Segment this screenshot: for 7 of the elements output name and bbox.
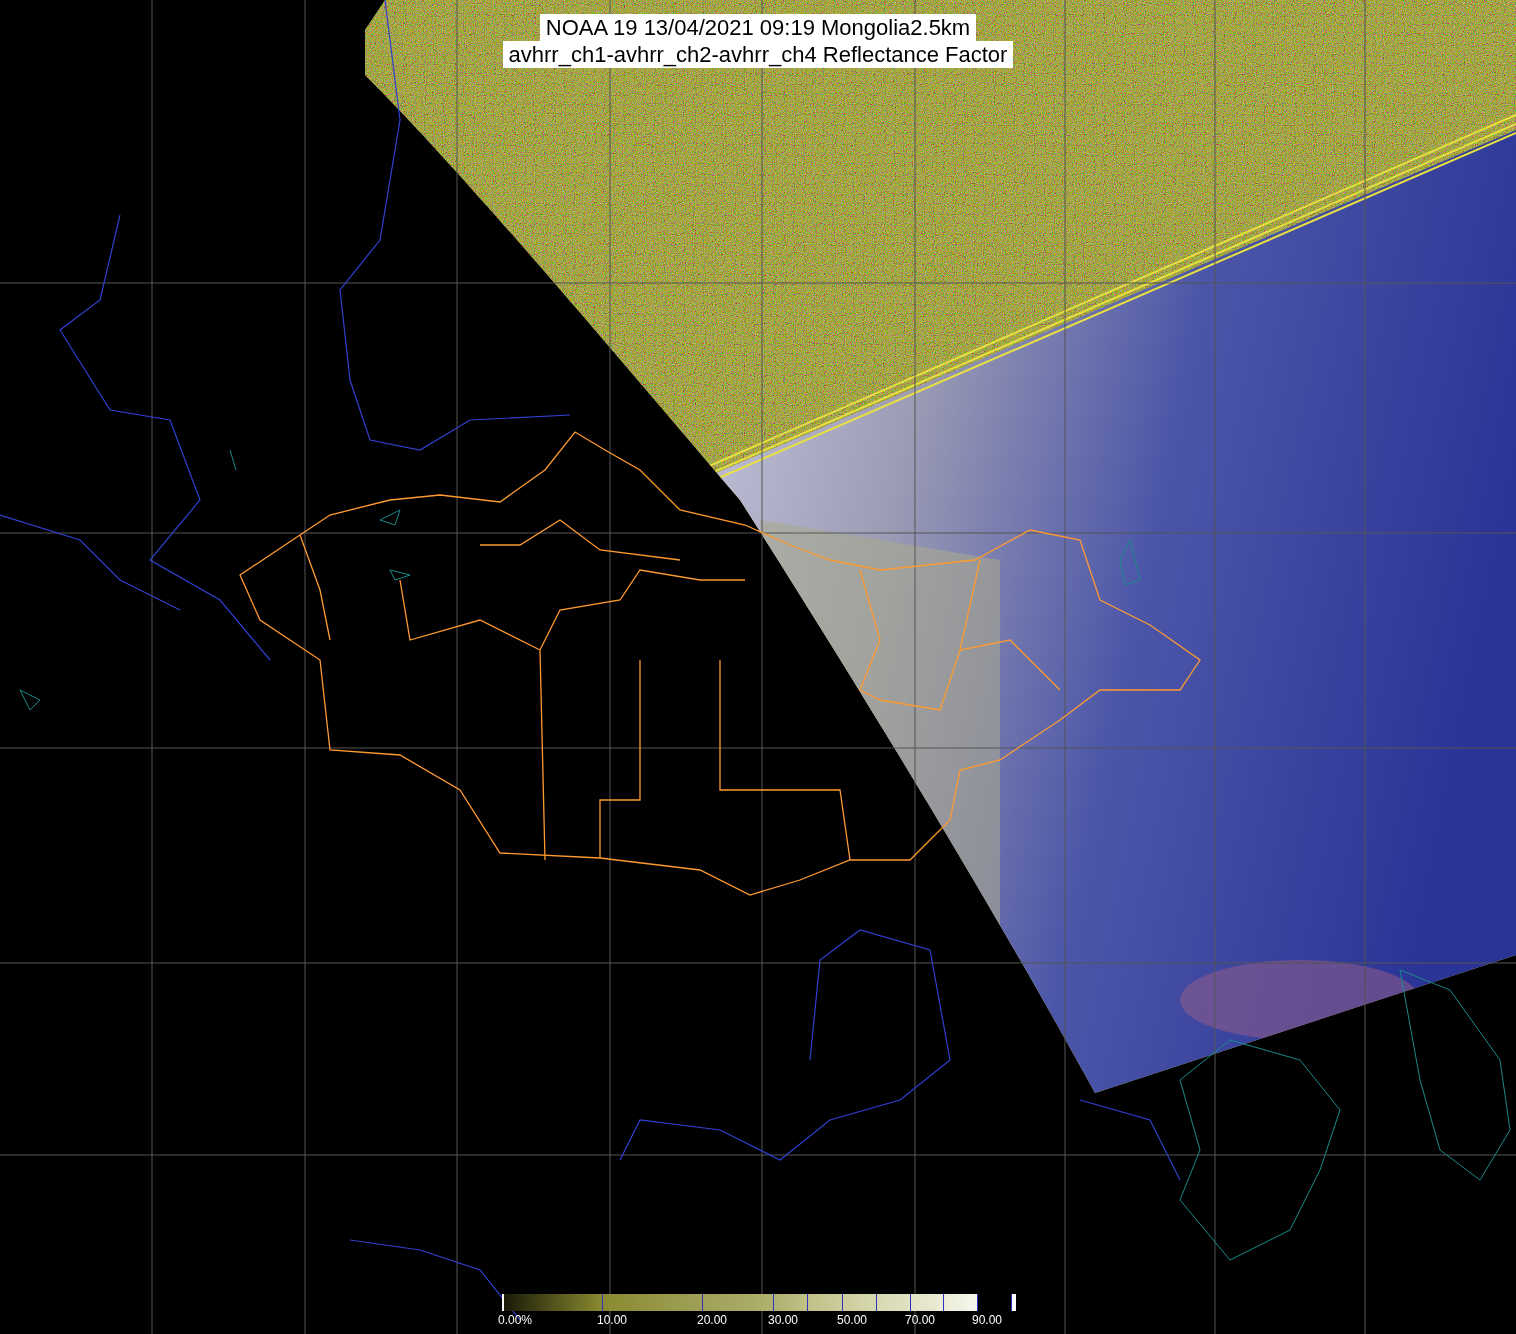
colorbar-label: 20.00 — [697, 1313, 728, 1327]
colorbar-label: 70.00 — [905, 1313, 936, 1327]
colorbar-label: 90.00 — [972, 1313, 1003, 1327]
colorbar-label: 50.00 — [837, 1313, 868, 1327]
colorbar-label: 30.00 — [768, 1313, 799, 1327]
colorbar-label: 0.00% — [498, 1313, 533, 1327]
colorbar-label: 10.00 — [597, 1313, 628, 1327]
